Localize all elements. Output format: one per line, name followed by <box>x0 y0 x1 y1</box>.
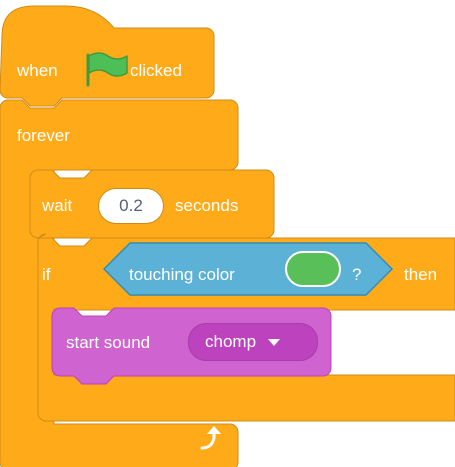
question-mark-label: ? <box>352 265 362 284</box>
wait-seconds-input[interactable]: 0.2 <box>98 188 164 224</box>
when-label: when <box>17 61 58 80</box>
sound-dropdown[interactable]: chomp <box>188 323 318 361</box>
start-sound-label: start sound <box>66 333 151 352</box>
wait-label: wait <box>42 196 73 215</box>
script-canvas <box>0 5 455 467</box>
then-label: then <box>404 265 438 284</box>
if-label: if <box>42 265 51 284</box>
chevron-down-icon <box>268 338 281 346</box>
forever-label: forever <box>17 126 70 145</box>
sound-dropdown-value: chomp <box>205 332 257 351</box>
touching-color-label: touching color <box>129 265 235 284</box>
clicked-label: clicked <box>130 61 182 80</box>
color-swatch-input[interactable] <box>285 251 341 287</box>
seconds-label: seconds <box>175 196 239 215</box>
